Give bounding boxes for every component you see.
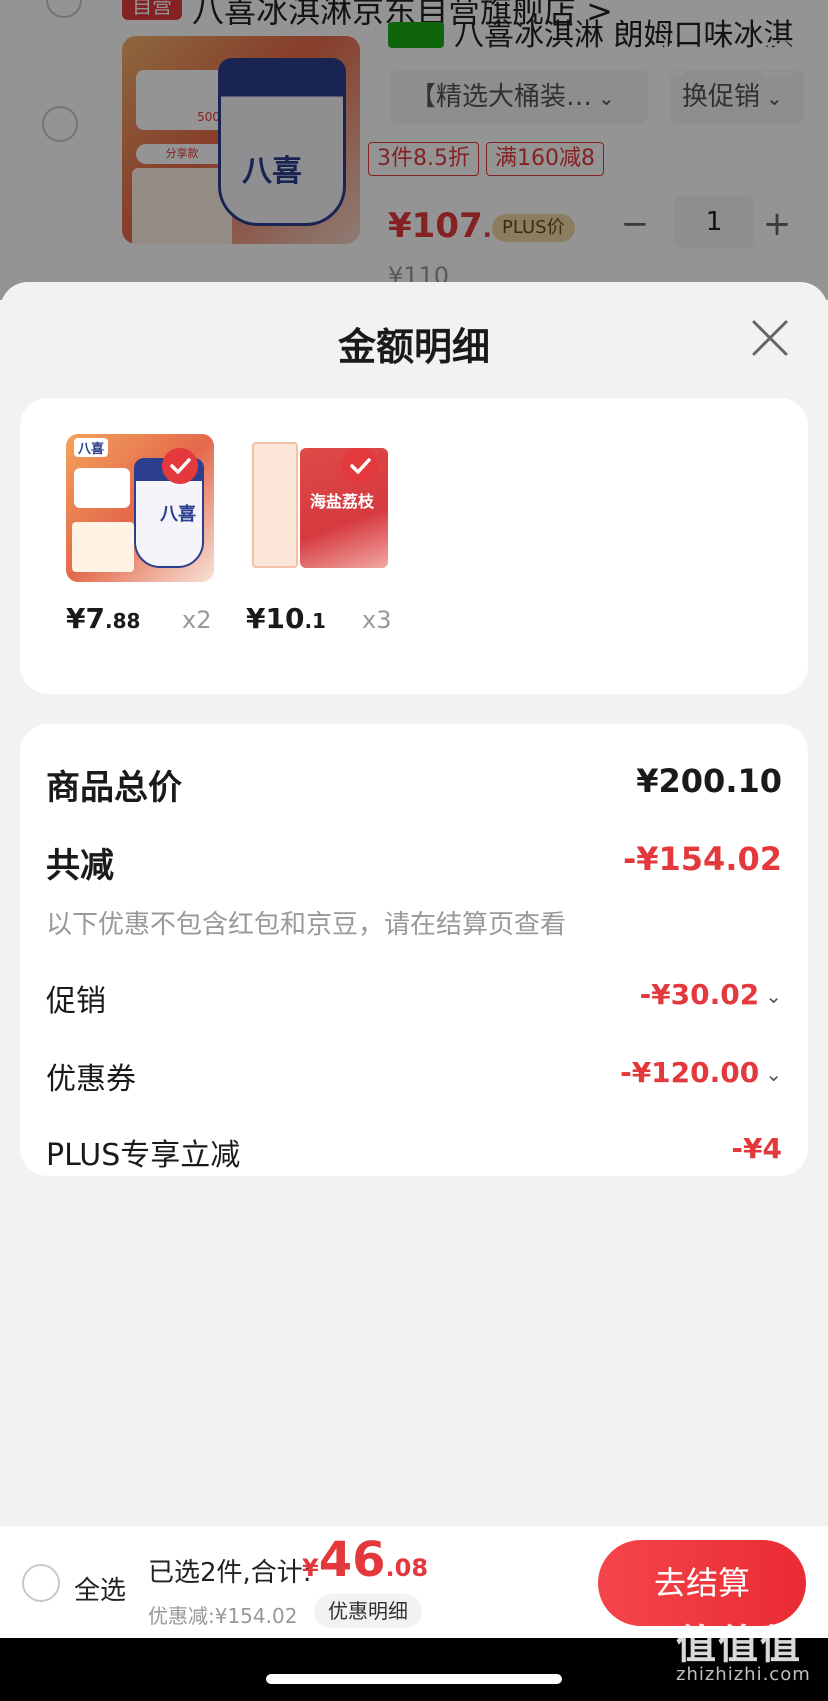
chevron-down-icon: ⌄ [765,1062,782,1086]
watermark-logo: 值值值 [676,1622,802,1668]
total-price-label: 商品总价 [46,768,182,808]
coupon-value: -¥120.00 [620,1056,760,1089]
discount-detail-button[interactable]: 优惠明细 [314,1594,422,1628]
coupon-label: 优惠券 [46,1062,136,1097]
promo-label: 促销 [46,984,106,1019]
goods-qty-2: x3 [362,606,392,634]
watermark-url: zhizhizhi.com [676,1664,811,1685]
promo-row[interactable]: -¥30.02 ⌄ [640,978,782,1011]
goods-price-1: ¥7.88 [66,602,141,635]
close-icon[interactable] [748,316,792,360]
amount-breakdown-card: 商品总价 ¥200.10 共减 -¥154.02 以下优惠不包含红包和京豆，请在… [20,724,808,1176]
total-amount: ¥46.08 [302,1532,429,1588]
amount-detail-sheet: 金额明细 八喜 八喜 海盐荔枝 ¥7.88 x2 ¥10.1 x3 商品总价 ¥… [0,282,828,1701]
promo-value: -¥30.02 [639,978,760,1011]
modal-overlay[interactable] [0,0,828,300]
select-all-label[interactable]: 全选 [74,1570,126,1607]
discount-note: 以下优惠不包含红包和京豆，请在结算页查看 [46,910,567,940]
selected-goods-card: 八喜 八喜 海盐荔枝 ¥7.88 x2 ¥10.1 x3 [20,398,808,694]
select-all-radio[interactable] [22,1564,60,1602]
goods-price-2: ¥10.1 [246,602,326,635]
plus-discount-label: PLUS专享立减 [46,1138,241,1173]
flavor-label-graphic [72,522,134,572]
plus-discount-value: -¥4 [731,1132,782,1165]
gift-card-graphic [74,468,130,508]
product-strip-graphic [252,442,298,568]
home-indicator[interactable] [266,1674,562,1684]
goods-thumb-2: 海盐荔枝 [246,434,394,582]
brand-logo: 八喜 [74,438,109,457]
coupon-row[interactable]: -¥120.00 ⌄ [620,1056,782,1089]
goods-qty-1: x2 [182,606,212,634]
discount-total-label: 共减 [46,846,114,886]
saved-amount: 优惠减:¥154.02 [148,1604,298,1628]
check-icon [342,448,378,484]
discount-total-value: -¥154.02 [622,840,782,878]
check-icon [162,448,198,484]
chevron-down-icon: ⌄ [765,984,782,1008]
sheet-title: 金额明细 [337,325,490,369]
goods-thumb-1: 八喜 八喜 [66,434,214,582]
total-price-value: ¥200.10 [636,762,782,800]
tub-brand-logo: 八喜 [160,504,196,525]
selected-count: 已选2件,合计: [148,1558,312,1588]
